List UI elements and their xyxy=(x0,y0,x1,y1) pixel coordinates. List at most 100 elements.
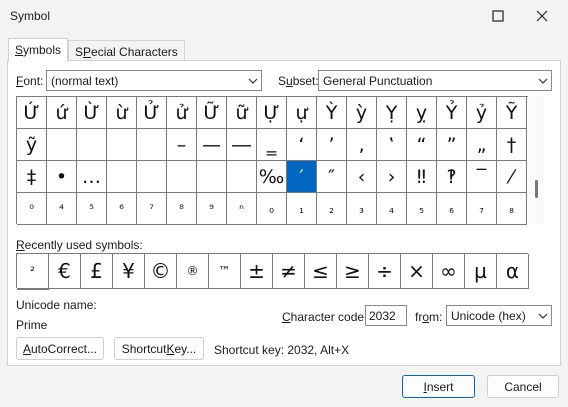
symbol-cell[interactable]: ” xyxy=(437,129,467,161)
symbol-cell[interactable]: ‘ xyxy=(287,129,317,161)
symbol-cell[interactable]: • xyxy=(47,161,77,193)
symbol-cell[interactable]: ‰ xyxy=(257,161,287,193)
from-dropdown[interactable]: Unicode (hex) xyxy=(446,305,552,326)
symbol-cell[interactable] xyxy=(167,161,197,193)
symbol-cell[interactable] xyxy=(107,129,137,161)
symbol-cell[interactable]: Ử xyxy=(137,97,167,129)
scrollbar-thumb[interactable] xyxy=(535,180,538,198)
symbol-cell[interactable]: ⁹ xyxy=(197,193,227,225)
symbol-cell[interactable]: „ xyxy=(467,129,497,161)
recent-symbol-cell[interactable]: ± xyxy=(241,254,273,289)
symbol-cell[interactable]: Ứ xyxy=(17,97,47,129)
symbol-cell[interactable] xyxy=(137,129,167,161)
recent-symbol-cell[interactable]: µ xyxy=(465,254,497,289)
symbol-cell[interactable]: ữ xyxy=(227,97,257,129)
symbol-cell[interactable]: ứ xyxy=(47,97,77,129)
symbol-grid-scrollbar[interactable] xyxy=(529,96,544,224)
symbol-cell[interactable]: ‡ xyxy=(17,161,47,193)
symbol-cell[interactable]: … xyxy=(77,161,107,193)
recent-symbol-cell[interactable]: α xyxy=(497,254,529,289)
recent-symbol-cell[interactable]: ≤ xyxy=(305,254,337,289)
symbol-cell[interactable]: ‾ xyxy=(467,161,497,193)
symbol-cell[interactable]: ― xyxy=(227,129,257,161)
symbol-cell[interactable]: ỷ xyxy=(467,97,497,129)
recent-symbol-cell[interactable]: ¥ xyxy=(113,254,145,289)
font-dropdown[interactable]: (normal text) xyxy=(46,70,262,91)
symbol-cell[interactable]: ừ xyxy=(107,97,137,129)
symbol-cell[interactable] xyxy=(47,129,77,161)
symbol-cell[interactable]: ⁷ xyxy=(137,193,167,225)
symbol-cell[interactable] xyxy=(227,161,257,193)
symbol-cell[interactable]: ỳ xyxy=(347,97,377,129)
character-code-input[interactable]: 2032 xyxy=(365,305,407,326)
symbol-cell[interactable]: ự xyxy=(287,97,317,129)
symbol-cell[interactable]: ⁴ xyxy=(47,193,77,225)
symbol-cell[interactable]: ‹ xyxy=(347,161,377,193)
symbol-cell[interactable]: — xyxy=(197,129,227,161)
insert-button[interactable]: Insert xyxy=(402,375,475,398)
symbol-cell[interactable]: Ữ xyxy=(197,97,227,129)
symbol-cell[interactable]: ‗ xyxy=(257,129,287,161)
close-button[interactable] xyxy=(520,0,564,32)
symbol-cell[interactable]: ⁵ xyxy=(77,193,107,225)
symbol-cell[interactable] xyxy=(137,161,167,193)
symbol-cell[interactable]: ⁰ xyxy=(17,193,47,225)
recent-symbol-cell[interactable]: € xyxy=(49,254,81,289)
symbol-cell[interactable]: ₆ xyxy=(437,193,467,225)
symbol-cell[interactable]: ‚ xyxy=(347,129,377,161)
recent-symbol-cell[interactable]: ™ xyxy=(209,254,241,289)
symbol-cell[interactable]: ₄ xyxy=(377,193,407,225)
symbol-cell[interactable]: – xyxy=(167,129,197,161)
symbol-cell[interactable]: ử xyxy=(167,97,197,129)
recent-symbol-cell[interactable]: ÷ xyxy=(369,254,401,289)
recent-symbol-cell[interactable]: ∞ xyxy=(433,254,465,289)
symbol-cell[interactable]: Ỷ xyxy=(437,97,467,129)
symbol-cell-selected[interactable]: ′ xyxy=(287,161,317,193)
shortcut-key-button[interactable]: Shortcut Key... xyxy=(114,337,204,360)
symbol-cell[interactable]: ″ xyxy=(317,161,347,193)
recent-symbol-cell[interactable]: ® xyxy=(177,254,209,289)
symbol-cell[interactable]: ’ xyxy=(317,129,347,161)
symbol-cell[interactable]: “ xyxy=(407,129,437,161)
subset-dropdown[interactable]: General Punctuation xyxy=(318,70,552,91)
symbol-cell[interactable]: › xyxy=(377,161,407,193)
symbol-cell[interactable]: ₇ xyxy=(467,193,497,225)
symbol-cell[interactable]: ‽ xyxy=(437,161,467,193)
symbol-cell[interactable] xyxy=(77,129,107,161)
symbol-cell[interactable]: Ỵ xyxy=(377,97,407,129)
symbol-cell[interactable]: ⁄ xyxy=(497,161,527,193)
recent-symbol-cell[interactable]: ≥ xyxy=(337,254,369,289)
recent-symbol-cell[interactable]: ² xyxy=(17,254,49,289)
recent-symbol-cell[interactable]: £ xyxy=(81,254,113,289)
symbol-cell[interactable]: Ự xyxy=(257,97,287,129)
symbol-cell[interactable]: ⁸ xyxy=(167,193,197,225)
symbol-cell[interactable]: ₁ xyxy=(287,193,317,225)
symbol-cell[interactable]: ‛ xyxy=(377,129,407,161)
symbol-cell[interactable]: ₀ xyxy=(257,193,287,225)
symbol-cell[interactable]: ₃ xyxy=(347,193,377,225)
cancel-button[interactable]: Cancel xyxy=(487,375,559,398)
symbol-cell[interactable]: † xyxy=(497,129,527,161)
symbol-cell[interactable]: ₅ xyxy=(407,193,437,225)
symbol-cell[interactable]: Ừ xyxy=(77,97,107,129)
symbol-cell[interactable]: ⁶ xyxy=(107,193,137,225)
recent-symbols-grid[interactable]: ²€£¥©®™±≠≤≥÷×∞µα β xyxy=(16,253,529,290)
recent-symbol-cell[interactable]: ≠ xyxy=(273,254,305,289)
symbol-cell[interactable]: ⁿ xyxy=(227,193,257,225)
symbol-cell[interactable] xyxy=(197,161,227,193)
symbol-cell[interactable]: ₈ xyxy=(497,193,527,225)
symbol-grid[interactable]: Ứứ Ừừ Ửử Ữữ Ựự Ỳỳ Ỵỵ Ỷỷ Ỹỹ – — ― ‗ ‘’ ‚ ‛ “” „ † ‡ •… ‰ ′ ″ ‹ › ‼ ‽… xyxy=(16,96,528,225)
symbol-cell[interactable]: ₂ xyxy=(317,193,347,225)
symbol-cell[interactable]: ỵ xyxy=(407,97,437,129)
recent-symbol-cell[interactable]: β xyxy=(17,289,49,290)
symbol-cell[interactable]: ỹ xyxy=(17,129,47,161)
tab-symbols[interactable]: Symbols xyxy=(8,38,69,62)
recent-symbol-cell[interactable]: × xyxy=(401,254,433,289)
symbol-cell[interactable]: ‼ xyxy=(407,161,437,193)
symbol-cell[interactable]: Ỳ xyxy=(317,97,347,129)
maximize-button[interactable] xyxy=(476,0,520,32)
tab-special-characters[interactable]: SPecial Characters xyxy=(68,40,185,62)
symbol-cell[interactable] xyxy=(107,161,137,193)
recent-symbol-cell[interactable]: © xyxy=(145,254,177,289)
symbol-cell[interactable]: Ỹ xyxy=(497,97,527,129)
